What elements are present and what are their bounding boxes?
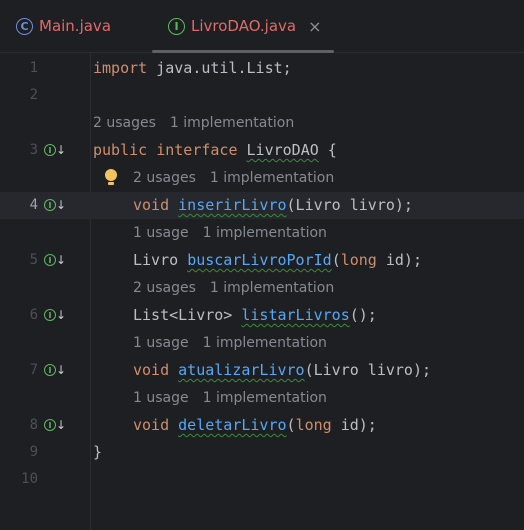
code-text: }	[93, 443, 103, 461]
inlay-hint[interactable]: 1 usage 1 implementation	[133, 330, 327, 357]
inlay-hint-row: 2 usages 1 implementation	[0, 275, 524, 302]
inlay-hint-row: 2 usages 1 implementation	[0, 110, 524, 137]
code-line: 6 I ↓ List<Livro> listarLivros();	[0, 302, 524, 329]
implementations-hint[interactable]: 1 implementation	[203, 390, 327, 406]
implementations-hint[interactable]: 1 implementation	[210, 280, 334, 296]
line-number: 1	[29, 60, 38, 76]
tab-livrodao-java[interactable]: I LivroDAO.java ×	[152, 0, 334, 53]
line-number: 3	[29, 142, 38, 158]
implemented-method-gutter-icon[interactable]: I ↓	[44, 363, 67, 378]
inlay-hint[interactable]: 1 usage 1 implementation	[133, 385, 327, 412]
interface-icon: I	[44, 364, 56, 376]
code-text: Livro buscarLivroPorId(long id);	[133, 251, 422, 269]
usages-hint[interactable]: 2 usages	[133, 280, 196, 296]
implementations-hint[interactable]: 1 implementation	[210, 170, 334, 186]
implementations-hint[interactable]: 1 implementation	[170, 115, 294, 131]
code-text: public interface LivroDAO {	[93, 141, 337, 159]
line-number: 7	[29, 362, 38, 378]
tab-label: Main.java	[39, 17, 112, 35]
line-number: 8	[29, 417, 38, 433]
arrow-down-icon: ↓	[56, 363, 67, 377]
inlay-hint-row: 1 usage 1 implementation	[0, 220, 524, 247]
usages-hint[interactable]: 2 usages	[93, 115, 156, 131]
code-line: 1 import java.util.List;	[0, 55, 524, 82]
interface-icon: I	[44, 144, 56, 156]
inlay-hint[interactable]: 2 usages 1 implementation	[133, 165, 334, 192]
arrow-down-icon: ↓	[56, 308, 67, 322]
method-name: inserirLivro	[178, 196, 287, 214]
inlay-hint-row: 1 usage 1 implementation	[0, 330, 524, 357]
implementations-hint[interactable]: 1 implementation	[203, 225, 327, 241]
usages-hint[interactable]: 1 usage	[133, 225, 189, 241]
code-line: 9 }	[0, 439, 524, 466]
line-number: 9	[29, 444, 38, 460]
line-number: 6	[29, 307, 38, 323]
class-icon: C	[16, 17, 33, 35]
inlay-hint[interactable]: 2 usages 1 implementation	[93, 110, 294, 137]
arrow-down-icon: ↓	[56, 143, 67, 157]
code-text: void inserirLivro(Livro livro);	[133, 196, 413, 214]
usages-hint[interactable]: 2 usages	[133, 170, 196, 186]
implemented-method-gutter-icon[interactable]: I ↓	[44, 418, 67, 433]
tab-main-java[interactable]: C Main.java	[16, 0, 111, 52]
code-text: List<Livro> listarLivros();	[133, 306, 377, 324]
code-line-current: 4 I ↓ void inserirLivro(Livro livro);	[0, 192, 524, 219]
inlay-hint[interactable]: 2 usages 1 implementation	[133, 275, 334, 302]
code-line: 2	[0, 82, 524, 109]
implementations-hint[interactable]: 1 implementation	[203, 335, 327, 351]
interface-icon: I	[44, 419, 56, 431]
code-text: import java.util.List;	[93, 59, 292, 77]
interface-name: LivroDAO	[246, 141, 319, 159]
method-name: deletarLivro	[178, 416, 287, 434]
interface-icon: I	[44, 199, 56, 211]
implemented-method-gutter-icon[interactable]: I ↓	[44, 198, 67, 213]
code-text: void atualizarLivro(Livro livro);	[133, 361, 432, 379]
inlay-hint[interactable]: 1 usage 1 implementation	[133, 220, 327, 247]
close-icon[interactable]: ×	[308, 17, 321, 36]
code-line: 5 I ↓ Livro buscarLivroPorId(long id);	[0, 247, 524, 274]
code-line: 3 I ↓ public interface LivroDAO {	[0, 137, 524, 164]
code-line: 7 I ↓ void atualizarLivro(Livro livro);	[0, 357, 524, 384]
line-number: 2	[29, 87, 38, 103]
method-name: buscarLivroPorId	[187, 251, 332, 269]
line-number: 4	[29, 197, 38, 213]
implemented-method-gutter-icon[interactable]: I ↓	[44, 253, 67, 268]
line-number: 5	[29, 252, 38, 268]
code-text: void deletarLivro(long id);	[133, 416, 377, 434]
editor-tab-bar: C Main.java I LivroDAO.java ×	[0, 0, 524, 53]
arrow-down-icon: ↓	[56, 253, 67, 267]
method-name: listarLivros	[241, 306, 350, 324]
arrow-down-icon: ↓	[56, 198, 67, 212]
interface-icon: I	[44, 254, 56, 266]
inlay-hint-row: 2 usages 1 implementation	[0, 165, 524, 192]
inlay-hint-row: 1 usage 1 implementation	[0, 385, 524, 412]
tab-label: LivroDAO.java	[191, 17, 297, 35]
usages-hint[interactable]: 1 usage	[133, 335, 189, 351]
code-line: 8 I ↓ void deletarLivro(long id);	[0, 412, 524, 439]
method-name: atualizarLivro	[178, 361, 305, 379]
implemented-interface-gutter-icon[interactable]: I ↓	[44, 143, 67, 158]
code-line: 10	[0, 466, 524, 493]
usages-hint[interactable]: 1 usage	[133, 390, 189, 406]
lightbulb-icon[interactable]	[104, 169, 118, 189]
implemented-method-gutter-icon[interactable]: I ↓	[44, 308, 67, 323]
interface-icon: I	[168, 17, 185, 35]
line-number: 10	[21, 471, 38, 487]
arrow-down-icon: ↓	[56, 418, 67, 432]
interface-icon: I	[44, 309, 56, 321]
